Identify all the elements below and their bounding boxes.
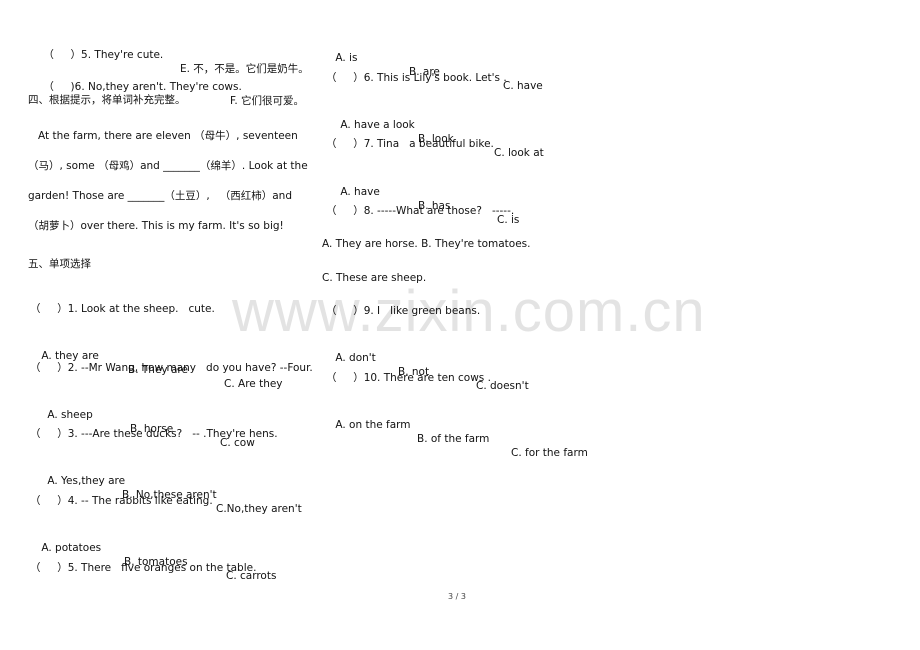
question-3: （ ）3. ---Are these ducks? -- .They're he… xyxy=(30,428,278,440)
question-8-option-ab: A. They are horse. B. They're tomatoes. xyxy=(322,238,531,250)
question-9: （ ）9. I like green beans. xyxy=(326,305,481,317)
option-c: C. Are they xyxy=(224,378,283,390)
question-1: （ ）1. Look at the sheep. cute. xyxy=(30,303,215,315)
match-answer: F. 它们很可爱。 xyxy=(230,95,305,107)
passage-line: （马）, some （母鸡）and _______（绵羊）. Look at t… xyxy=(28,160,308,172)
option-a: A. on the farm xyxy=(335,419,411,431)
question-10: （ ）10. There are ten cows . xyxy=(326,372,491,384)
option-c: C. for the farm xyxy=(511,447,588,459)
option-c: C.No,they aren't xyxy=(216,503,302,515)
passage-line: garden! Those are _______（土豆）, （西红柿）and xyxy=(28,190,292,202)
question-7: （ ）7. Tina a beautiful bike. xyxy=(326,138,494,150)
question-8-option-c: C. These are sheep. xyxy=(322,272,427,284)
match-question: （ ）5. They're cute. xyxy=(43,49,164,61)
option-c: C. have xyxy=(503,80,543,92)
option-c: C. look at xyxy=(494,147,544,159)
option-a: A. is xyxy=(335,52,358,64)
option-a: A. potatoes xyxy=(41,542,102,554)
option-a: A. have a look xyxy=(340,119,415,131)
question-6: （ ）6. This is Lily's book. Let's . xyxy=(326,72,507,84)
question-5: （ ）5. There five oranges on the table. xyxy=(30,562,257,574)
option-a: A. sheep xyxy=(47,409,93,421)
page-number: 3 / 3 xyxy=(448,592,466,601)
section-4-title: 四、根据提示，将单词补充完整。 xyxy=(28,94,186,106)
passage-line: At the farm, there are eleven （母牛）, seve… xyxy=(28,130,298,142)
option-a: A. don't xyxy=(335,352,376,364)
option-a: A. Yes,they are xyxy=(47,475,126,487)
option-b: B. of the farm xyxy=(417,433,490,445)
section-5-title: 五、单项选择 xyxy=(28,258,91,270)
question-2: （ ）2. --Mr Wang, how many do you have? -… xyxy=(30,362,313,374)
question-4: （ ）4. -- The rabbits like eating. xyxy=(30,495,213,507)
question-10-options: A. on the farm B. of the farm C. for the… xyxy=(322,404,622,474)
option-a: A. have xyxy=(340,186,380,198)
question-8: （ ）8. -----What are those? -----. xyxy=(326,205,515,217)
match-question: （ )6. No,they aren't. They're cows. xyxy=(43,81,242,93)
passage-line: （胡萝卜）over there. This is my farm. It's s… xyxy=(28,220,284,232)
